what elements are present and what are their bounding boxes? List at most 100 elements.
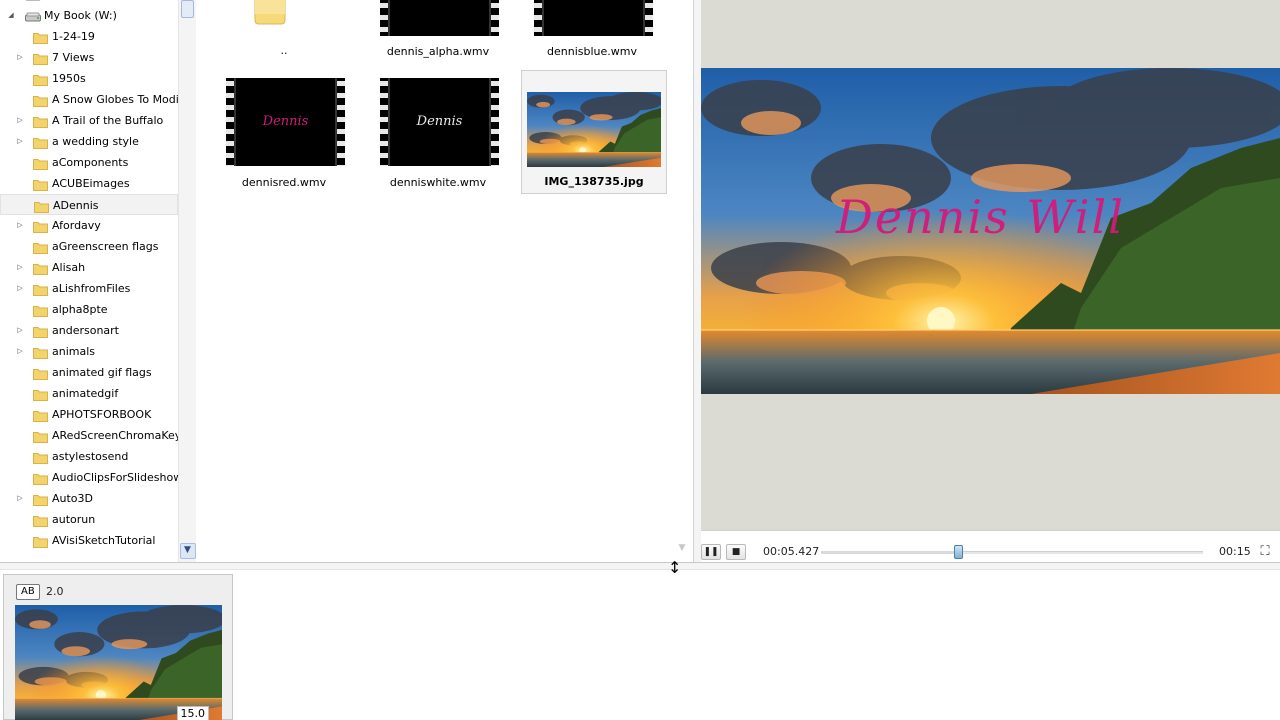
transition-duration[interactable]: 2.0 <box>46 585 64 598</box>
tree-item-label: animated gif flags <box>52 366 152 379</box>
tree-item[interactable]: ▷ animals <box>0 341 178 362</box>
tree-item[interactable]: ▷ Auto3D <box>0 488 178 509</box>
tree-item[interactable]: aComponents <box>0 152 178 173</box>
transition-badge[interactable]: AB <box>16 584 40 600</box>
tree-item[interactable]: autorun <box>0 509 178 530</box>
tree-scrollbar[interactable]: ▼ <box>178 0 196 562</box>
folder-icon <box>33 513 48 530</box>
expand-arrow-icon[interactable]: ▷ <box>15 47 25 68</box>
folder-icon <box>33 240 48 257</box>
tree-item[interactable]: 1950s <box>0 68 178 89</box>
expand-arrow-icon[interactable]: ▷ <box>15 215 25 236</box>
total-time: 00:15 <box>1219 545 1251 558</box>
horizontal-splitter[interactable] <box>0 562 1280 570</box>
tree-item[interactable]: ▷ 7 Views <box>0 47 178 68</box>
expand-arrow-icon[interactable]: ▷ <box>15 320 25 341</box>
scroll-down-button[interactable]: ▼ <box>180 543 196 559</box>
folder-icon <box>33 261 48 278</box>
clip-thumbnail: 15.0 <box>15 605 222 720</box>
tree-item[interactable]: ▷ aLishfromFiles <box>0 278 178 299</box>
tree-item-label: 1950s <box>52 72 86 85</box>
tree-item-label: andersonart <box>52 324 119 337</box>
seek-knob[interactable] <box>953 545 963 559</box>
resize-cursor-icon: ↕ <box>668 558 682 577</box>
tree-item[interactable]: AudioClipsForSlideshows <box>0 467 178 488</box>
seek-bar[interactable] <box>821 545 1203 559</box>
stop-icon: ■ <box>731 547 741 557</box>
file-tile-img-138735[interactable]: IMG_138735.jpg <box>521 70 667 194</box>
tree-item-label: AVisiSketchTutorial <box>52 534 156 547</box>
storyboard: AB 2.0 15.0 <box>0 570 1280 720</box>
pause-button[interactable]: ❚❚ <box>701 544 721 560</box>
folder-icon <box>33 471 48 488</box>
preview-image: Dennis Will <box>701 68 1280 394</box>
tree-item[interactable]: ▷ andersonart <box>0 320 178 341</box>
tree-item-label: animatedgif <box>52 387 119 400</box>
tree-item[interactable]: ▷ a wedding style <box>0 131 178 152</box>
drive-icon <box>25 9 41 26</box>
expand-arrow-icon[interactable]: ▷ <box>15 278 25 299</box>
tree-item[interactable]: alpha8pte <box>0 299 178 320</box>
folder-tree[interactable]: ▶FreeAgent GoFlex Drive (F:◢My Book (W:)… <box>0 0 196 562</box>
seek-fill <box>821 551 959 554</box>
tree-item[interactable]: aGreenscreen flags <box>0 236 178 257</box>
expand-arrow-icon[interactable]: ▷ <box>15 488 25 509</box>
folder-icon <box>33 303 48 320</box>
tree-item-label: Auto3D <box>52 492 94 505</box>
file-browser: .. dennis_alpha.wmv dennisblue.wmv Denni… <box>197 0 693 562</box>
tree-item[interactable]: 1-24-19 <box>0 26 178 47</box>
tree-item-label: 7 Views <box>52 51 95 64</box>
tree-item[interactable]: animatedgif <box>0 383 178 404</box>
tree-item-label: Afordavy <box>52 219 101 232</box>
tree-item[interactable]: ▷ Alisah <box>0 257 178 278</box>
tree-item[interactable]: A Snow Globes To Modify <box>0 89 178 110</box>
tree-item[interactable]: ADennis <box>0 194 178 215</box>
file-tile-dennis-alpha[interactable]: dennis_alpha.wmv <box>365 0 511 58</box>
clip-duration[interactable]: 15.0 <box>176 706 209 720</box>
expand-arrow-icon[interactable]: ◢ <box>6 5 16 26</box>
folder-icon <box>33 492 48 509</box>
expand-arrow-icon[interactable]: ▷ <box>15 341 25 362</box>
folder-icon <box>33 114 48 131</box>
expand-arrow-icon[interactable]: ▷ <box>15 257 25 278</box>
tree-item[interactable]: ACUBEimages <box>0 173 178 194</box>
video-thumbnail <box>380 0 499 36</box>
tree-item[interactable]: ▷ A Trail of the Buffalo <box>0 110 178 131</box>
folder-icon <box>33 324 48 341</box>
storyboard-clip[interactable]: AB 2.0 15.0 <box>3 574 233 720</box>
tree-item-label: A Snow Globes To Modify <box>52 93 178 106</box>
pane-divider[interactable] <box>693 0 701 570</box>
folder-icon <box>33 450 48 467</box>
tree-item[interactable]: AVisiSketchTutorial <box>0 530 178 551</box>
tree-item[interactable]: animated gif flags <box>0 362 178 383</box>
pause-icon: ❚❚ <box>703 547 719 557</box>
tree-item-label: A Trail of the Buffalo <box>52 114 164 127</box>
file-tile-denniswhite[interactable]: Dennis Weller denniswhite.wmv <box>365 72 511 196</box>
tree-item[interactable]: ▷ Afordavy <box>0 215 178 236</box>
preview-overlay-title: Dennis Will <box>836 190 1125 244</box>
tree-item[interactable]: ARedScreenChromaKey <box>0 425 178 446</box>
file-name: dennis_alpha.wmv <box>386 45 490 58</box>
tree-item-label: animals <box>52 345 96 358</box>
folder-icon <box>33 135 48 152</box>
file-tile-parent[interactable]: .. <box>211 0 357 57</box>
folder-icon <box>33 429 48 446</box>
fullscreen-button[interactable]: ⛶ <box>1257 544 1273 560</box>
file-tile-dennisblue[interactable]: dennisblue.wmv <box>519 0 665 58</box>
tree-item[interactable]: ◢ My Book (W:) <box>0 5 178 26</box>
scrollbar-thumb[interactable] <box>181 0 194 18</box>
tree-item[interactable]: APHOTSFORBOOK <box>0 404 178 425</box>
file-tile-dennisred[interactable]: Dennis Weller dennisred.wmv <box>211 72 357 196</box>
tree-item-label: aGreenscreen flags <box>52 240 159 253</box>
scroll-down-arrow[interactable]: ▼ <box>675 543 689 557</box>
tree-item[interactable]: astylestosend <box>0 446 178 467</box>
expand-arrow-icon[interactable]: ▷ <box>15 131 25 152</box>
file-name: dennisblue.wmv <box>547 45 637 58</box>
stop-button[interactable]: ■ <box>726 544 746 560</box>
preview-pane: Dennis Will <box>701 0 1280 530</box>
expand-arrow-icon[interactable]: ▷ <box>15 110 25 131</box>
folder-icon <box>33 534 48 551</box>
tree-item-label: ARedScreenChromaKey <box>52 429 178 442</box>
folder-icon <box>33 30 48 47</box>
tree-item-label: My Book (W:) <box>44 9 117 22</box>
